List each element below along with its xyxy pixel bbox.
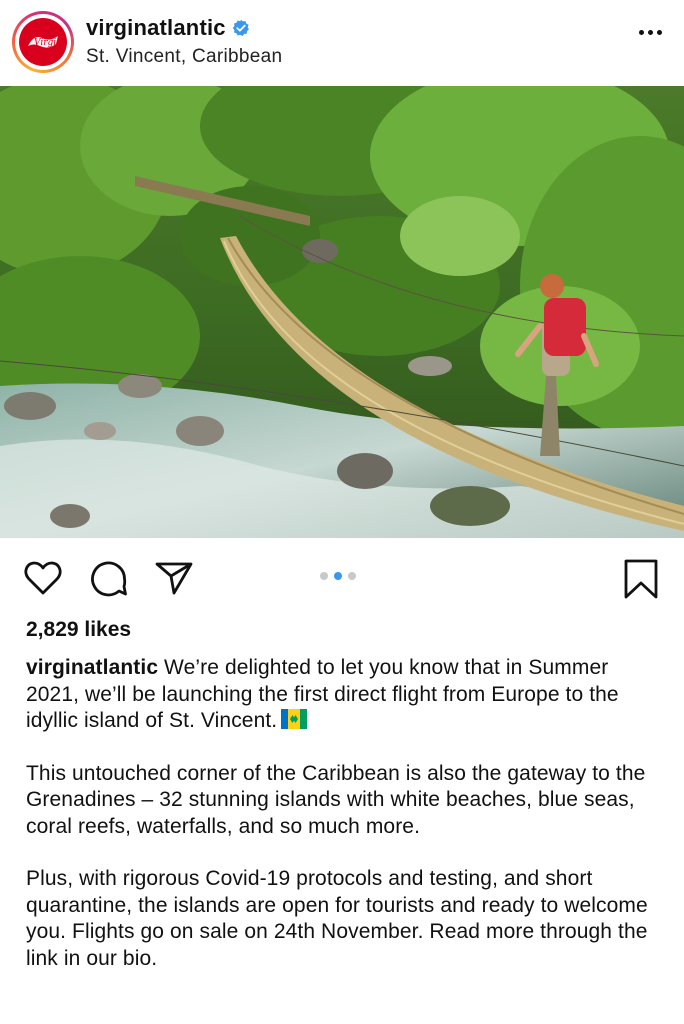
more-options-icon[interactable]	[639, 30, 662, 35]
bookmark-icon[interactable]	[622, 558, 660, 600]
comment-icon[interactable]	[90, 560, 128, 598]
post-header: Virgin virginatlantic St. Vincent, Carib…	[0, 0, 684, 86]
carousel-dot	[348, 572, 356, 580]
share-icon[interactable]	[154, 560, 194, 596]
post-username[interactable]: virginatlantic	[86, 15, 250, 41]
caption-paragraph-2: This untouched corner of the Caribbean i…	[26, 761, 646, 838]
heart-icon[interactable]	[24, 560, 62, 596]
carousel-dot-active	[334, 572, 342, 580]
avatar[interactable]: Virgin	[12, 11, 74, 73]
carousel-dot	[320, 572, 328, 580]
caption-paragraph-1: virginatlantic We’re delighted to let yo…	[26, 655, 666, 735]
post-location[interactable]: St. Vincent, Caribbean	[86, 46, 282, 68]
likes-count[interactable]: 2,829 likes	[26, 618, 131, 642]
virgin-logo-icon: Virgin	[19, 18, 67, 66]
post-photo[interactable]	[0, 86, 684, 538]
svg-text:Virgin: Virgin	[34, 38, 60, 48]
verified-badge-icon	[232, 19, 249, 36]
flag-icon	[281, 709, 308, 729]
caption-paragraph-3: Plus, with rigorous Covid-19 protocols a…	[26, 867, 648, 970]
caption-username[interactable]: virginatlantic	[26, 656, 158, 679]
post-caption: virginatlantic We’re delighted to let yo…	[26, 655, 666, 998]
carousel-indicator	[320, 572, 356, 580]
post-actions	[0, 538, 684, 618]
username-text[interactable]: virginatlantic	[86, 15, 226, 41]
